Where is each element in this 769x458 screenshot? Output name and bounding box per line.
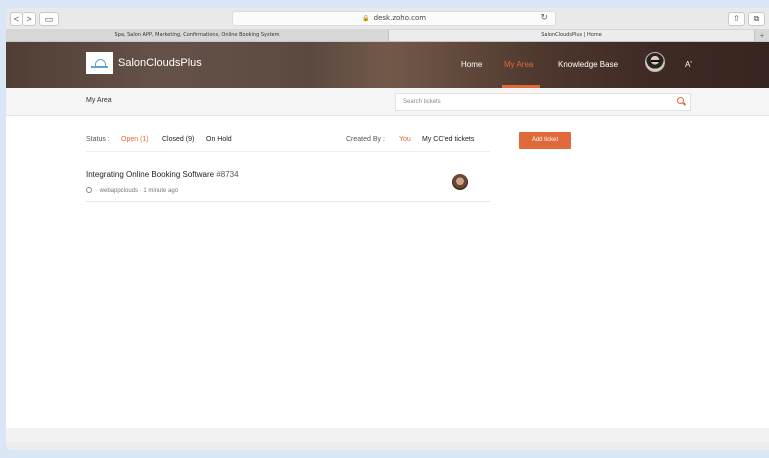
filter-cced-tickets[interactable]: My CC'ed tickets [422,136,474,143]
tab-saloncloudsplus-home[interactable]: SalonCloudsPlus | Home [389,30,755,41]
page-title: My Area [86,97,112,104]
lock-icon: 🔒 [361,15,370,22]
logo-icon [91,58,108,68]
filter-open[interactable]: Open (1) [121,136,149,143]
filter-you[interactable]: You [399,136,411,143]
search-placeholder: Search tickets [403,99,441,105]
nav-knowledge-base[interactable]: Knowledge Base [558,42,618,88]
logo[interactable] [86,52,113,74]
user-avatar[interactable] [645,52,665,72]
share-button[interactable]: ⇧ [728,12,745,26]
ticket-row[interactable]: Integrating Online Booking Software #873… [86,164,490,202]
ticket-meta-text: · webappclouds · 1 minute ago [96,188,179,194]
address-bar[interactable]: 🔒 desk.zoho.com ↻ [232,11,556,26]
add-ticket-button[interactable]: Add ticket [519,132,571,149]
ticket-id: #8734 [216,170,239,179]
tab-overview-button[interactable]: ⧉ [748,12,765,26]
reload-icon[interactable]: ↻ [540,12,548,25]
filter-on-hold[interactable]: On Hold [206,136,232,143]
filter-closed[interactable]: Closed (9) [162,136,194,143]
forward-button[interactable]: > [23,12,36,26]
site-header: SalonCloudsPlus Home My Area Knowledge B… [6,42,769,88]
page-subbar: My Area Search tickets [6,88,769,116]
ticket-subject[interactable]: Integrating Online Booking Software [86,170,214,179]
nav-language[interactable]: A' [685,42,692,88]
divider [86,151,490,152]
search-icon[interactable] [677,97,684,104]
tab-spa-salon[interactable]: Spa, Salon APP, Marketing, Confirmations… [6,30,389,41]
status-label: Status : [86,136,110,143]
back-button[interactable]: < [10,12,23,26]
browser-toolbar: < > ▭ 🔒 desk.zoho.com ↻ ⇧ ⧉ [6,8,769,30]
globe-icon [86,187,92,193]
browser-window: < > ▭ 🔒 desk.zoho.com ↻ ⇧ ⧉ Spa, Salon A… [6,8,769,450]
brand-name[interactable]: SalonCloudsPlus [118,57,202,69]
sidebar-toggle-button[interactable]: ▭ [39,12,59,26]
main-content: Status : Open (1) Closed (9) On Hold Cre… [6,116,769,428]
nav-my-area[interactable]: My Area [504,42,533,88]
nav-home[interactable]: Home [461,42,482,88]
new-tab-button[interactable]: + [755,30,769,41]
created-by-label: Created By : [346,136,385,143]
search-input[interactable]: Search tickets [395,93,691,111]
page-footer [6,428,769,442]
ticket-assignee-avatar [452,174,468,190]
tab-bar: Spa, Salon APP, Marketing, Confirmations… [6,30,769,42]
ticket-title[interactable]: Integrating Online Booking Software #873… [86,170,239,179]
url-text: desk.zoho.com [373,14,427,22]
ticket-meta: · webappclouds · 1 minute ago [86,187,178,194]
